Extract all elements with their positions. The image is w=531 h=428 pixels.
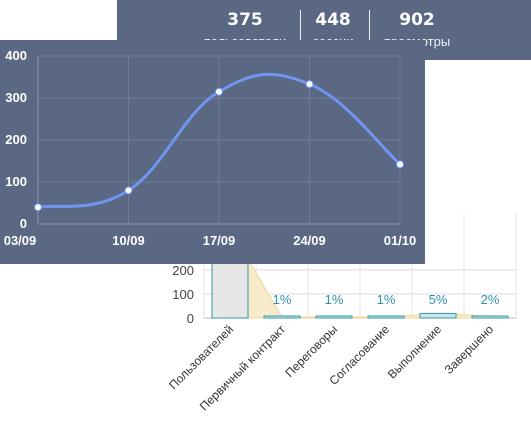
stat-users-value: 375: [227, 10, 263, 30]
line-chart-panel: 0 100 200 300 400 03/09 10/09 17/09 24/09 01/10: [0, 40, 425, 264]
funnel-bar[interactable]: [263, 315, 301, 319]
x-tick-label: 01/10: [384, 233, 417, 248]
bar-data-label: 1%: [377, 292, 396, 307]
funnel-bar[interactable]: [471, 315, 509, 319]
stat-sessions-value: 448: [315, 10, 351, 30]
bar-data-label: 2%: [481, 292, 500, 307]
data-point[interactable]: [215, 87, 223, 96]
x-category-label: Первичный контракт: [197, 322, 289, 414]
x-tick-label: 17/09: [203, 233, 236, 248]
x-category-label: Выполнение: [385, 322, 445, 382]
y-tick-label: 100: [5, 174, 27, 189]
x-tick-label: 03/09: [4, 233, 37, 248]
funnel-bar[interactable]: [419, 312, 457, 319]
data-point[interactable]: [124, 186, 133, 195]
y-tick-label: 200: [172, 263, 194, 278]
y-tick-label: 200: [5, 132, 27, 147]
data-point[interactable]: [34, 203, 42, 212]
funnel-bar[interactable]: [315, 315, 353, 319]
x-tick-label: 24/09: [293, 233, 326, 248]
x-category-label: Завершено: [442, 322, 497, 377]
data-point[interactable]: [305, 80, 314, 89]
y-tick-label: 100: [172, 287, 194, 302]
y-tick-label: 0: [187, 311, 194, 326]
bar-data-label: 1%: [273, 292, 292, 307]
x-tick-label: 10/09: [112, 233, 145, 248]
line-chart: 0 100 200 300 400 03/09 10/09 17/09 24/09 01/10: [4, 48, 417, 248]
stat-views-value: 902: [399, 10, 435, 30]
bar-data-label: 5%: [429, 292, 448, 307]
data-point[interactable]: [396, 160, 404, 169]
bar-data-label: 1%: [325, 292, 344, 307]
x-category-label: Переговоры: [282, 322, 340, 380]
y-tick-label: 300: [5, 90, 27, 105]
y-tick-label: 400: [5, 48, 27, 63]
funnel-bar[interactable]: [367, 315, 405, 319]
y-tick-label: 0: [20, 216, 27, 231]
